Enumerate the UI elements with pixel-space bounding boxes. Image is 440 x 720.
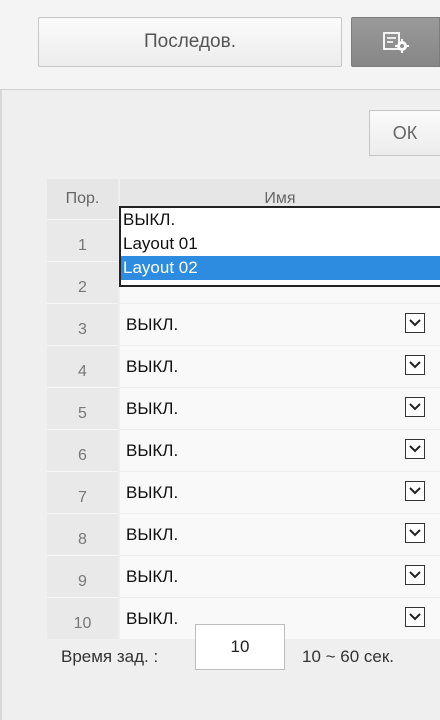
layout-select[interactable]: ВЫКЛ. — [120, 471, 440, 513]
dropdown-option-off[interactable]: ВЫКЛ. — [121, 208, 440, 232]
row-number: 7 — [47, 471, 118, 513]
table-row: 8 ВЫКЛ. — [47, 513, 440, 555]
row-number: 3 — [47, 303, 118, 345]
table-row: 7 ВЫКЛ. — [47, 471, 440, 513]
row-number: 4 — [47, 345, 118, 387]
layout-select[interactable]: ВЫКЛ. — [120, 387, 440, 429]
sequence-button[interactable]: Последов. — [38, 17, 342, 67]
chevron-down-icon[interactable] — [405, 355, 425, 375]
chevron-down-icon[interactable] — [405, 523, 425, 543]
row-number: 8 — [47, 513, 118, 555]
layout-select-value: ВЫКЛ. — [126, 398, 179, 418]
layout-select-value: ВЫКЛ. — [126, 440, 179, 460]
dwell-time-label: Время зад. : — [61, 647, 159, 666]
chevron-down-icon[interactable] — [405, 313, 425, 333]
table-row: 5 ВЫКЛ. — [47, 387, 440, 429]
sequence-button-label: Последов. — [144, 31, 236, 52]
layout-select[interactable]: ВЫКЛ. — [120, 513, 440, 555]
dwell-time-input[interactable] — [195, 624, 285, 670]
layout-select[interactable]: ВЫКЛ. — [120, 303, 440, 345]
row-number: 9 — [47, 555, 118, 597]
dropdown-option-layout-01[interactable]: Layout 01 — [121, 232, 440, 256]
layout-select-value: ВЫКЛ. — [126, 482, 179, 502]
ok-button-label: ОК — [392, 122, 418, 143]
row-number: 5 — [47, 387, 118, 429]
table-row: 3 ВЫКЛ. — [47, 303, 440, 345]
layout-select[interactable]: ВЫКЛ. — [120, 345, 440, 387]
table-row: 9 ВЫКЛ. — [47, 555, 440, 597]
panel-left-edge — [0, 0, 2, 720]
layout-select-value: ВЫКЛ. — [126, 566, 179, 586]
layout-select-value: ВЫКЛ. — [126, 356, 179, 376]
dwell-time-range: 10 ~ 60 сек. — [302, 647, 395, 666]
settings-gear-icon — [382, 32, 409, 53]
layout-select-value: ВЫКЛ. — [126, 524, 179, 544]
table-row: 4 ВЫКЛ. — [47, 345, 440, 387]
chevron-down-icon[interactable] — [405, 397, 425, 417]
layout-select-value: ВЫКЛ. — [126, 314, 179, 334]
layout-select[interactable]: ВЫКЛ. — [120, 555, 440, 597]
chevron-down-icon[interactable] — [405, 565, 425, 585]
dropdown-option-layout-02[interactable]: Layout 02 — [121, 256, 440, 280]
layout-dropdown-list: ВЫКЛ. Layout 01 Layout 02 — [119, 206, 440, 287]
settings-button[interactable] — [351, 17, 440, 67]
row-number: 6 — [47, 429, 118, 471]
column-header-order: Пор. — [47, 179, 118, 219]
top-toolbar: Последов. — [0, 0, 440, 90]
layout-select[interactable]: ВЫКЛ. — [120, 429, 440, 471]
row-number: 2 — [47, 261, 118, 303]
chevron-down-icon[interactable] — [405, 481, 425, 501]
table-row: 6 ВЫКЛ. — [47, 429, 440, 471]
chevron-down-icon[interactable] — [405, 439, 425, 459]
dwell-time-footer: Время зад. : 10 ~ 60 сек. — [0, 622, 440, 720]
ok-button[interactable]: ОК — [369, 110, 440, 156]
row-number: 1 — [47, 219, 118, 261]
